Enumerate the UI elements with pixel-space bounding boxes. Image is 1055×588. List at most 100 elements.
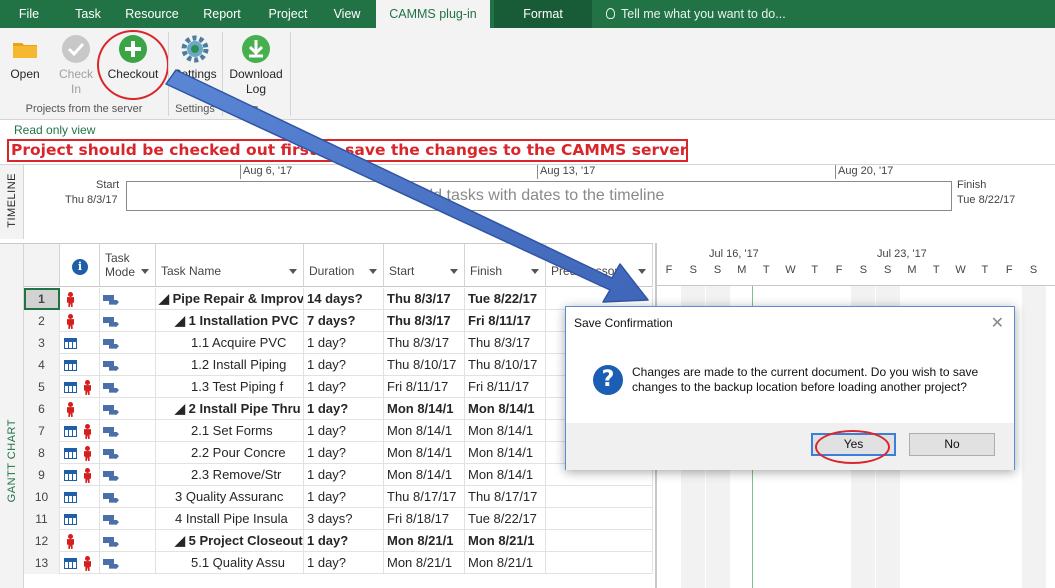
indicators-cell[interactable]	[60, 508, 100, 530]
start-cell[interactable]: Mon 8/14/1	[384, 464, 465, 486]
start-cell[interactable]: Thu 8/3/17	[384, 310, 465, 332]
tab-file[interactable]: File	[0, 0, 58, 28]
predecessors-cell[interactable]	[546, 508, 653, 530]
duration-cell[interactable]: 1 day?	[304, 486, 384, 508]
task-name-cell[interactable]: ◢ 1 Installation PVC	[156, 310, 304, 332]
task-name-cell[interactable]: 2.1 Set Forms	[156, 420, 304, 442]
close-icon[interactable]: ✕	[991, 313, 1004, 333]
predecessors-cell[interactable]	[546, 486, 653, 508]
indicators-header[interactable]: i	[60, 244, 100, 287]
table-row[interactable]: 2 ◢ 1 Installation PVC 7 days? Thu 8/3/17 Fr…	[24, 310, 653, 332]
chevron-down-icon[interactable]	[141, 269, 149, 274]
task-name-cell[interactable]: 2.2 Pour Concre	[156, 442, 304, 464]
table-row[interactable]: 12 ◢ 5 Project Closeout 1 day? Mon 8/21/1 Mo…	[24, 530, 653, 552]
finish-header[interactable]: Finish	[465, 244, 546, 287]
duration-cell[interactable]: 1 day?	[304, 332, 384, 354]
duration-header[interactable]: Duration	[304, 244, 384, 287]
duration-cell[interactable]: 1 day?	[304, 398, 384, 420]
tab-resource[interactable]: Resource	[118, 0, 186, 28]
start-cell[interactable]: Thu 8/3/17	[384, 288, 465, 310]
table-row[interactable]: 6 ◢ 2 Install Pipe Thru 1 day? Mon 8/14/1 Mo…	[24, 398, 653, 420]
table-row[interactable]: 9 2.3 Remove/Str 1 day? Mon 8/14/1 Mon 8/14/…	[24, 464, 653, 486]
timeline-bar[interactable]: Add tasks with dates to the timeline	[126, 181, 952, 211]
indicators-cell[interactable]	[60, 398, 100, 420]
task-name-cell[interactable]: 4 Install Pipe Insula	[156, 508, 304, 530]
finish-cell[interactable]: Tue 8/22/17	[465, 288, 546, 310]
row-number[interactable]: 10	[24, 486, 60, 508]
duration-cell[interactable]: 7 days?	[304, 310, 384, 332]
task-mode-cell[interactable]	[100, 530, 156, 552]
finish-cell[interactable]: Thu 8/17/17	[465, 486, 546, 508]
task-mode-cell[interactable]	[100, 310, 156, 332]
task-mode-cell[interactable]	[100, 332, 156, 354]
task-name-cell[interactable]: 1.1 Acquire PVC	[156, 332, 304, 354]
task-name-header[interactable]: Task Name	[156, 244, 304, 287]
task-mode-header[interactable]: Task Mode	[100, 244, 156, 287]
chevron-down-icon[interactable]	[531, 269, 539, 274]
task-name-cell[interactable]: ◢ 2 Install Pipe Thru	[156, 398, 304, 420]
row-number[interactable]: 7	[24, 420, 60, 442]
row-number[interactable]: 5	[24, 376, 60, 398]
finish-cell[interactable]: Mon 8/21/1	[465, 552, 546, 574]
row-number[interactable]: 1	[24, 288, 60, 310]
tab-format[interactable]: Format	[494, 0, 592, 28]
start-cell[interactable]: Mon 8/21/1	[384, 552, 465, 574]
no-button[interactable]: No	[909, 433, 995, 456]
settings-button[interactable]: Settings	[172, 32, 218, 82]
start-cell[interactable]: Mon 8/14/1	[384, 420, 465, 442]
row-number[interactable]: 13	[24, 552, 60, 574]
table-row[interactable]: 3 1.1 Acquire PVC 1 day? Thu 8/3/17 Thu 8/3/…	[24, 332, 653, 354]
start-cell[interactable]: Thu 8/3/17	[384, 332, 465, 354]
task-mode-cell[interactable]	[100, 552, 156, 574]
tell-me-box[interactable]: Tell me what you want to do...	[606, 0, 786, 28]
check-in-button[interactable]: Check In	[54, 32, 98, 97]
indicators-cell[interactable]	[60, 354, 100, 376]
chevron-down-icon[interactable]	[638, 269, 646, 274]
finish-cell[interactable]: Mon 8/14/1	[465, 464, 546, 486]
tab-task[interactable]: Task	[58, 0, 118, 28]
task-name-cell[interactable]: 1.2 Install Piping	[156, 354, 304, 376]
start-cell[interactable]: Mon 8/21/1	[384, 530, 465, 552]
task-mode-cell[interactable]	[100, 486, 156, 508]
task-mode-cell[interactable]	[100, 464, 156, 486]
start-cell[interactable]: Fri 8/11/17	[384, 376, 465, 398]
duration-cell[interactable]: 1 day?	[304, 420, 384, 442]
duration-cell[interactable]: 1 day?	[304, 464, 384, 486]
row-number[interactable]: 6	[24, 398, 60, 420]
indicators-cell[interactable]	[60, 310, 100, 332]
chevron-down-icon[interactable]	[369, 269, 377, 274]
finish-cell[interactable]: Thu 8/10/17	[465, 354, 546, 376]
start-cell[interactable]: Mon 8/14/1	[384, 398, 465, 420]
duration-cell[interactable]: 14 days?	[304, 288, 384, 310]
start-cell[interactable]: Thu 8/17/17	[384, 486, 465, 508]
indicators-cell[interactable]	[60, 442, 100, 464]
finish-cell[interactable]: Thu 8/3/17	[465, 332, 546, 354]
indicators-cell[interactable]	[60, 486, 100, 508]
tab-report[interactable]: Report	[186, 0, 258, 28]
table-row[interactable]: 5 1.3 Test Piping f1 day? Fri 8/11/17 Fri 8…	[24, 376, 653, 398]
indicators-cell[interactable]	[60, 464, 100, 486]
task-mode-cell[interactable]	[100, 354, 156, 376]
task-mode-cell[interactable]	[100, 376, 156, 398]
table-row[interactable]: 8 2.2 Pour Concre 1 day? Mon 8/14/1 Mon 8/14…	[24, 442, 653, 464]
finish-cell[interactable]: Mon 8/21/1	[465, 530, 546, 552]
tab-view[interactable]: View	[318, 0, 376, 28]
indicators-cell[interactable]	[60, 332, 100, 354]
duration-cell[interactable]: 1 day?	[304, 530, 384, 552]
table-row[interactable]: 10 3 Quality Assuranc 1 day? Thu 8/17/17 Thu…	[24, 486, 653, 508]
start-cell[interactable]: Mon 8/14/1	[384, 442, 465, 464]
row-number[interactable]: 12	[24, 530, 60, 552]
row-number[interactable]: 2	[24, 310, 60, 332]
tab-camms-plugin[interactable]: CAMMS plug-in	[376, 0, 490, 28]
task-mode-cell[interactable]	[100, 442, 156, 464]
start-cell[interactable]: Thu 8/10/17	[384, 354, 465, 376]
row-number[interactable]: 3	[24, 332, 60, 354]
indicators-cell[interactable]	[60, 552, 100, 574]
indicators-cell[interactable]	[60, 288, 100, 310]
duration-cell[interactable]: 1 day?	[304, 354, 384, 376]
table-row[interactable]: 1 ◢ Pipe Repair & Improv 14 days? Thu 8/3/1…	[24, 288, 653, 310]
predecessors-cell[interactable]	[546, 552, 653, 574]
task-name-cell[interactable]: ◢ 5 Project Closeout	[156, 530, 304, 552]
task-name-cell[interactable]: 5.1 Quality Assu	[156, 552, 304, 574]
row-number[interactable]: 11	[24, 508, 60, 530]
